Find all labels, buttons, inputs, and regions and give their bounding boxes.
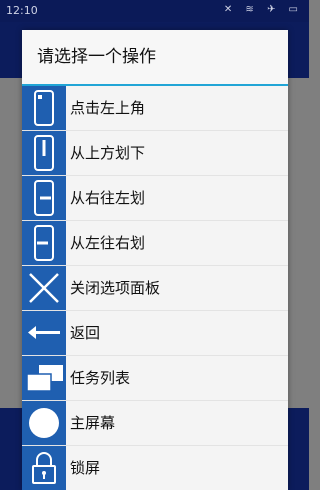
action-item-label: 从左往右划 (70, 234, 146, 252)
action-item-close-panel[interactable]: 关闭选项面板 (22, 266, 288, 311)
phone-swipe-right-icon (22, 221, 66, 265)
action-list: 点击左上角 从上方划下 从右往左划 从左往右划 关闭选项面板 返回 任务列表 主… (22, 86, 288, 490)
lock-icon (22, 446, 66, 490)
action-dialog: 请选择一个操作 点击左上角 从上方划下 从右往左划 从左往右划 关闭选项面板 返… (22, 30, 288, 490)
action-item-lock-screen[interactable]: 锁屏 (22, 446, 288, 490)
back-arrow-icon (22, 311, 66, 355)
status-time: 12:10 (6, 4, 38, 17)
action-item-tap-top-left[interactable]: 点击左上角 (22, 86, 288, 131)
action-item-recent-tasks[interactable]: 任务列表 (22, 356, 288, 401)
status-bar: 12:10 ✕ ≋ ✈ ▭ (0, 0, 309, 22)
action-item-label: 返回 (70, 324, 101, 342)
status-icons: ✕ ≋ ✈ ▭ (223, 4, 303, 15)
dialog-title: 请选择一个操作 (22, 30, 288, 86)
action-item-label: 锁屏 (70, 459, 101, 477)
action-item-label: 任务列表 (70, 369, 131, 387)
action-item-label: 主屏幕 (70, 414, 116, 432)
action-item-swipe-right[interactable]: 从左往右划 (22, 221, 288, 266)
phone-swipe-down-icon (22, 131, 66, 175)
action-item-back[interactable]: 返回 (22, 311, 288, 356)
action-item-label: 关闭选项面板 (70, 279, 161, 297)
action-item-swipe-left[interactable]: 从右往左划 (22, 176, 288, 221)
action-item-swipe-down[interactable]: 从上方划下 (22, 131, 288, 176)
recent-tasks-icon (22, 356, 66, 400)
phone-tap-corner-icon (22, 86, 66, 130)
action-item-label: 从右往左划 (70, 189, 146, 207)
home-circle-icon (22, 401, 66, 445)
action-item-label: 从上方划下 (70, 144, 146, 162)
action-item-home[interactable]: 主屏幕 (22, 401, 288, 446)
action-item-label: 点击左上角 (70, 99, 146, 117)
phone-swipe-left-icon (22, 176, 66, 220)
close-icon (22, 266, 66, 310)
